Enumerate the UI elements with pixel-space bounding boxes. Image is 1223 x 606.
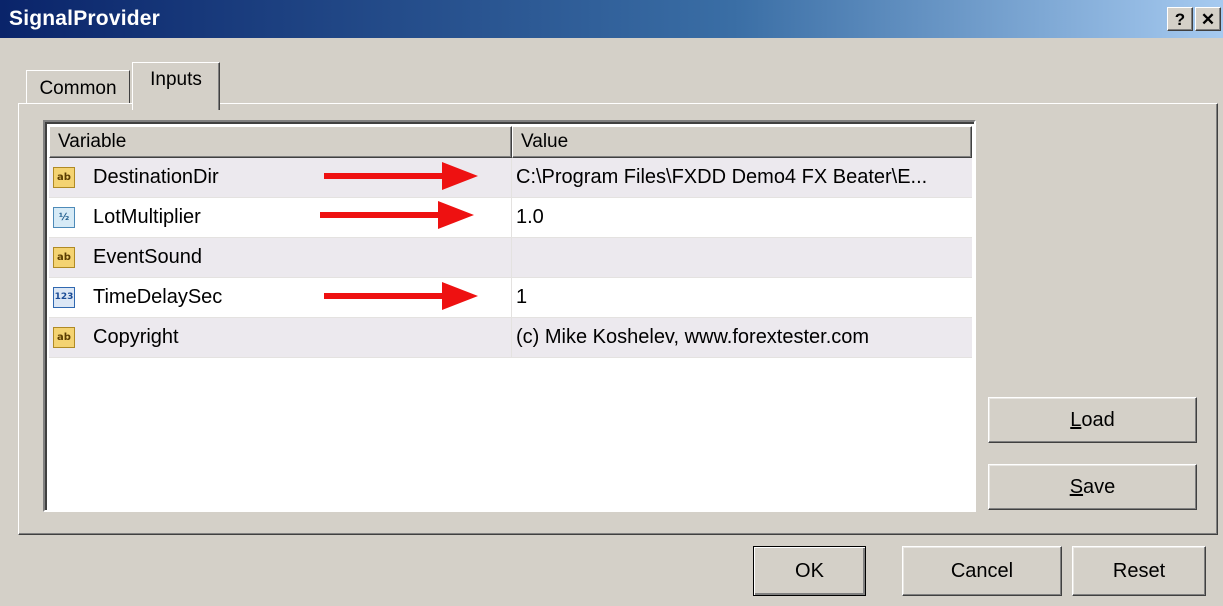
- table-row[interactable]: ½ LotMultiplier 1.0: [49, 198, 972, 238]
- annotation-arrow-icon: [324, 162, 478, 190]
- table-row[interactable]: ab Copyright (c) Mike Koshelev, www.fore…: [49, 318, 972, 358]
- inputs-list-view[interactable]: Variable Value ab DestinationDir C:\Prog…: [43, 120, 976, 512]
- table-row[interactable]: ab DestinationDir C:\Program Files\FXDD …: [49, 158, 972, 198]
- variable-name: LotMultiplier: [93, 206, 201, 228]
- column-separator: [511, 278, 512, 318]
- ok-button[interactable]: OK: [753, 546, 866, 596]
- save-accelerator: S: [1069, 476, 1084, 498]
- variable-value[interactable]: (c) Mike Koshelev, www.forextester.com: [516, 326, 964, 349]
- column-separator: [511, 158, 512, 198]
- column-separator: [511, 238, 512, 278]
- tab-inputs[interactable]: Inputs: [132, 62, 220, 110]
- column-separator: [511, 318, 512, 358]
- load-button[interactable]: Load: [988, 397, 1197, 443]
- reset-button[interactable]: Reset: [1072, 546, 1206, 596]
- window-title: SignalProvider: [9, 7, 161, 30]
- table-row[interactable]: 123 TimeDelaySec 1: [49, 278, 972, 318]
- variable-name: Copyright: [93, 326, 179, 348]
- close-button[interactable]: ✕: [1195, 7, 1221, 31]
- variable-name: TimeDelaySec: [93, 286, 223, 308]
- annotation-arrow-icon: [320, 201, 474, 229]
- save-label: ave: [1083, 476, 1116, 498]
- string-type-icon: ab: [53, 327, 75, 348]
- cancel-button[interactable]: Cancel: [902, 546, 1062, 596]
- table-row[interactable]: ab EventSound: [49, 238, 972, 278]
- variable-value[interactable]: 1: [516, 286, 964, 309]
- variable-value[interactable]: C:\Program Files\FXDD Demo4 FX Beater\E.…: [516, 166, 964, 189]
- save-button[interactable]: Save: [988, 464, 1197, 510]
- annotation-arrow-icon: [324, 282, 478, 310]
- integer-type-icon: 123: [53, 287, 75, 308]
- variable-value[interactable]: 1.0: [516, 206, 964, 229]
- title-bar[interactable]: SignalProvider ? ✕: [0, 0, 1223, 38]
- string-type-icon: ab: [53, 247, 75, 268]
- column-separator: [511, 198, 512, 238]
- column-header-value[interactable]: Value: [512, 126, 972, 158]
- variable-name: DestinationDir: [93, 166, 219, 188]
- load-label: oad: [1081, 409, 1115, 431]
- string-type-icon: ab: [53, 167, 75, 188]
- column-header-variable[interactable]: Variable: [49, 126, 512, 158]
- list-header: Variable Value: [49, 126, 972, 158]
- load-accelerator: L: [1070, 409, 1082, 431]
- variable-name: EventSound: [93, 246, 202, 268]
- help-button[interactable]: ?: [1167, 7, 1193, 31]
- double-type-icon: ½: [53, 207, 75, 228]
